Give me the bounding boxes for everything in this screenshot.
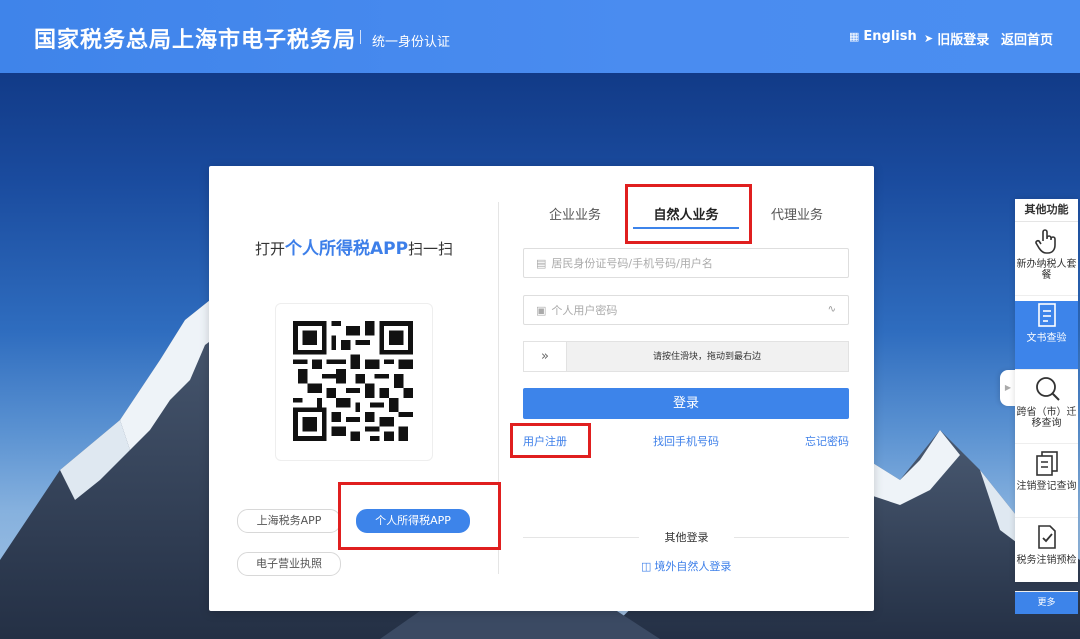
app-shanghai-tax[interactable]: 上海税务APP [237, 509, 341, 533]
foreign-id-icon: ◫ [641, 559, 652, 573]
sidebar-item-migration-query[interactable]: 跨省（市）迁移查询 [1015, 375, 1078, 444]
password-placeholder: 个人用户密码 [551, 304, 618, 317]
lock-icon: ▣ [536, 303, 547, 317]
home-label: 返回首页 [1001, 33, 1054, 48]
old-login-label: 旧版登录 [937, 33, 990, 48]
foreign-login-label: 境外自然人登录 [654, 560, 732, 573]
id-card-icon: ▤ [536, 256, 547, 270]
title-separator [360, 30, 361, 44]
double-chevron-right-icon: » [541, 349, 549, 364]
sidebar-item-document-check[interactable]: 文书查验 [1015, 301, 1078, 370]
top-header: 国家税务总局上海市电子税务局 统一身份认证 ▦ English ➤ 旧版登录 返… [0, 0, 1080, 73]
site-title: 国家税务总局上海市电子税务局 [34, 28, 357, 53]
qr-code-icon[interactable] [293, 321, 413, 441]
login-card: 打开个人所得税APP扫一扫 上海税务APP 个人所得税APP 电子营业执照 企业… [209, 166, 874, 611]
tab-agent[interactable]: 代理业务 [761, 204, 833, 223]
sidebar-item-new-taxpayer[interactable]: 新办纳税人套餐 [1015, 227, 1078, 296]
send-arrow-icon: ➤ [924, 32, 934, 45]
highlight-box-register [510, 423, 591, 458]
forgot-password-link[interactable]: 忘记密码 [805, 433, 849, 449]
site-subtitle: 统一身份认证 [372, 35, 451, 50]
english-label: English [863, 29, 917, 44]
slider-instruction: 请按住滑块，拖动到最右边 [652, 352, 761, 362]
search-icon [1035, 377, 1060, 401]
other-login-title: 其他登录 [664, 531, 709, 544]
id-input[interactable]: ▤ 居民身份证号码/手机号码/用户名 [523, 248, 849, 278]
foreign-login-link[interactable]: ◫ 境外自然人登录 [641, 558, 731, 574]
tab-enterprise[interactable]: 企业业务 [539, 204, 611, 223]
other-login-line-right [734, 537, 849, 538]
sidebar-item-label: 新办纳税人套餐 [1016, 259, 1077, 281]
login-button[interactable]: 登录 [523, 388, 849, 419]
slider-handle[interactable]: » [524, 342, 567, 371]
hand-pointer-icon [1034, 229, 1056, 254]
scan-suffix: 扫一扫 [408, 240, 454, 258]
document-icon [1037, 303, 1056, 327]
scan-instruction: 打开个人所得税APP扫一扫 [209, 234, 499, 259]
other-login-line-left [523, 537, 639, 538]
sidebar-toggle-arrow[interactable]: ▶ [1000, 370, 1016, 406]
scan-prefix: 打开 [254, 240, 285, 258]
password-input[interactable]: ▣ 个人用户密码 ∿ [523, 295, 849, 325]
copy-document-icon [1035, 451, 1058, 476]
sidebar-item-label: 税务注销预检 [1016, 555, 1077, 566]
sidebar-more-button[interactable]: 更多 [1015, 592, 1078, 614]
sidebar-item-label: 注销登记查询 [1016, 481, 1077, 492]
highlight-box-natural-person-tab [625, 184, 752, 244]
sidebar-item-label: 跨省（市）迁移查询 [1016, 407, 1077, 429]
scan-app-name: 个人所得税APP [284, 239, 409, 259]
sidebar-title: 其他功能 [1015, 199, 1078, 222]
sidebar-item-deregistration-precheck[interactable]: 税务注销预检 [1015, 523, 1078, 592]
other-functions-sidebar: 其他功能 新办纳税人套餐 文书查验 跨省（市）迁移查询 注销登记查询 税务注销预… [1015, 199, 1078, 614]
english-link[interactable]: ▦ English [849, 29, 917, 44]
document-check-icon [1037, 525, 1056, 549]
highlight-box-personal-tax-app [338, 482, 501, 550]
slider-captcha: » 请按住滑块，拖动到最右边 [523, 341, 849, 372]
app-business-license[interactable]: 电子营业执照 [237, 552, 341, 576]
sidebar-item-deregistration-query[interactable]: 注销登记查询 [1015, 449, 1078, 518]
old-login-link[interactable]: ➤ 旧版登录 [924, 29, 989, 48]
id-placeholder: 居民身份证号码/手机号码/用户名 [551, 257, 713, 270]
sidebar-item-label: 文书查验 [1026, 333, 1067, 344]
language-icon: ▦ [849, 30, 860, 43]
home-link[interactable]: 返回首页 [1001, 29, 1053, 48]
qr-code-box [275, 303, 433, 461]
recover-phone-link[interactable]: 找回手机号码 [653, 433, 719, 449]
eye-closed-icon[interactable]: ∿ [828, 304, 836, 315]
